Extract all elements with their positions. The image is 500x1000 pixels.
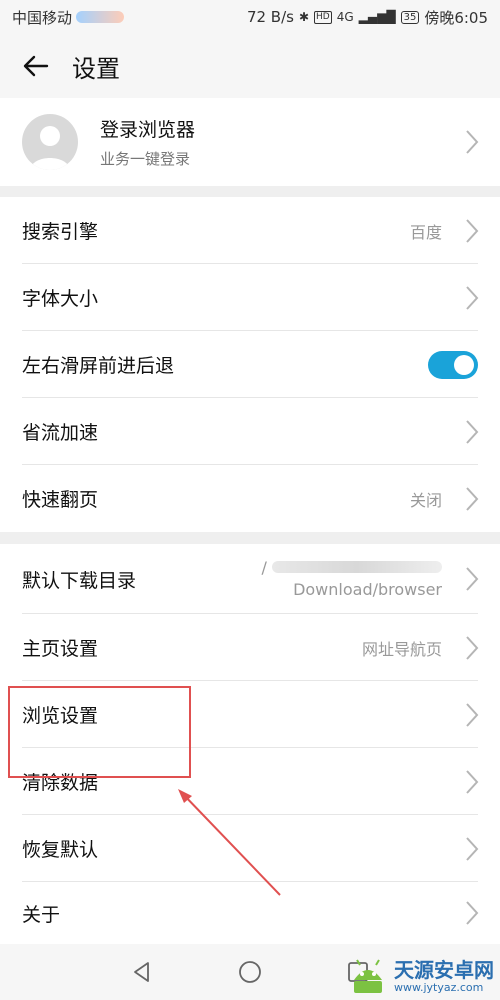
row-label: 省流加速 bbox=[22, 422, 99, 444]
row-label: 默认下载目录 bbox=[22, 569, 137, 592]
user-placeholder-icon bbox=[30, 126, 70, 170]
row-font-size[interactable]: 字体大小 bbox=[0, 264, 500, 331]
login-subtitle: 业务一键登录 bbox=[100, 150, 191, 168]
chevron-right-icon bbox=[452, 762, 492, 802]
login-row[interactable]: 登录浏览器 业务一键登录 bbox=[0, 98, 500, 186]
login-title: 登录浏览器 bbox=[100, 119, 196, 141]
section-divider bbox=[0, 532, 500, 544]
path-prefix: / bbox=[261, 558, 267, 577]
section-divider bbox=[0, 186, 500, 197]
row-label: 字体大小 bbox=[22, 288, 99, 310]
row-quick-page-turn[interactable]: 快速翻页 关闭 bbox=[0, 465, 500, 532]
hd-badge: HD bbox=[314, 10, 332, 24]
chevron-right-icon bbox=[452, 278, 492, 318]
row-label: 搜索引擎 bbox=[22, 221, 99, 243]
download-path: / Download/browser bbox=[262, 557, 442, 601]
row-restore-defaults[interactable]: 恢复默认 bbox=[0, 815, 500, 882]
arrow-left-icon bbox=[23, 55, 49, 77]
triangle-back-icon bbox=[134, 962, 149, 982]
carrier-redaction bbox=[76, 11, 125, 23]
watermark-url: www.jytyaz.com bbox=[394, 980, 484, 994]
nav-home-button[interactable] bbox=[236, 958, 264, 986]
chevron-right-icon bbox=[452, 479, 492, 519]
battery-level: 35 bbox=[400, 10, 420, 24]
watermark-name: 天源安卓网 bbox=[394, 957, 494, 982]
chevron-right-icon bbox=[452, 695, 492, 735]
app-bar: 设置 bbox=[0, 34, 500, 98]
network-type: 4G bbox=[336, 10, 354, 24]
annotation-highlight-box bbox=[8, 686, 191, 778]
row-swipe-navigation: 左右滑屏前进后退 bbox=[0, 331, 500, 398]
back-button[interactable] bbox=[0, 34, 72, 98]
chevron-right-icon bbox=[452, 211, 492, 251]
row-homepage[interactable]: 主页设置 网址导航页 bbox=[0, 614, 500, 681]
page-title: 设置 bbox=[72, 54, 120, 83]
site-watermark: 天源安卓网 www.jytyaz.com bbox=[348, 956, 494, 996]
row-value: 网址导航页 bbox=[361, 639, 442, 659]
nav-back-button[interactable] bbox=[128, 958, 156, 986]
row-search-engine[interactable]: 搜索引擎 百度 bbox=[0, 197, 500, 264]
chevron-right-icon bbox=[452, 628, 492, 668]
swipe-navigation-toggle[interactable] bbox=[428, 350, 478, 379]
chevron-right-icon bbox=[452, 412, 492, 452]
status-bar: 中国移动 72 B/s ✱ HD 4G ▂▄▆█ 35 傍晚6:05 bbox=[0, 0, 500, 34]
network-speed: 72 B/s bbox=[246, 8, 294, 26]
android-logo-icon bbox=[354, 959, 382, 993]
circle-home-icon bbox=[239, 961, 261, 983]
chevron-right-icon bbox=[452, 559, 492, 599]
row-label: 关于 bbox=[22, 903, 61, 926]
row-label: 恢复默认 bbox=[22, 839, 99, 861]
row-label: 主页设置 bbox=[22, 638, 99, 660]
chevron-right-icon bbox=[452, 893, 492, 933]
row-data-saver[interactable]: 省流加速 bbox=[0, 398, 500, 465]
chevron-right-icon bbox=[452, 122, 492, 162]
avatar bbox=[22, 114, 78, 170]
row-label: 快速翻页 bbox=[22, 489, 99, 511]
clock: 傍晚6:05 bbox=[424, 8, 488, 27]
row-value: 百度 bbox=[409, 222, 442, 242]
carrier-label: 中国移动 bbox=[12, 8, 73, 27]
row-value: 关闭 bbox=[409, 490, 442, 510]
row-download-dir[interactable]: 默认下载目录 / Download/browser bbox=[0, 544, 500, 614]
row-label: 左右滑屏前进后退 bbox=[22, 355, 175, 377]
signal-icon: ▂▄▆█ bbox=[358, 10, 396, 24]
path-line2: Download/browser bbox=[293, 580, 442, 599]
path-redaction bbox=[272, 561, 442, 573]
row-about[interactable]: 关于 bbox=[0, 882, 500, 944]
chevron-right-icon bbox=[452, 829, 492, 869]
bluetooth-icon: ✱ bbox=[298, 10, 310, 24]
